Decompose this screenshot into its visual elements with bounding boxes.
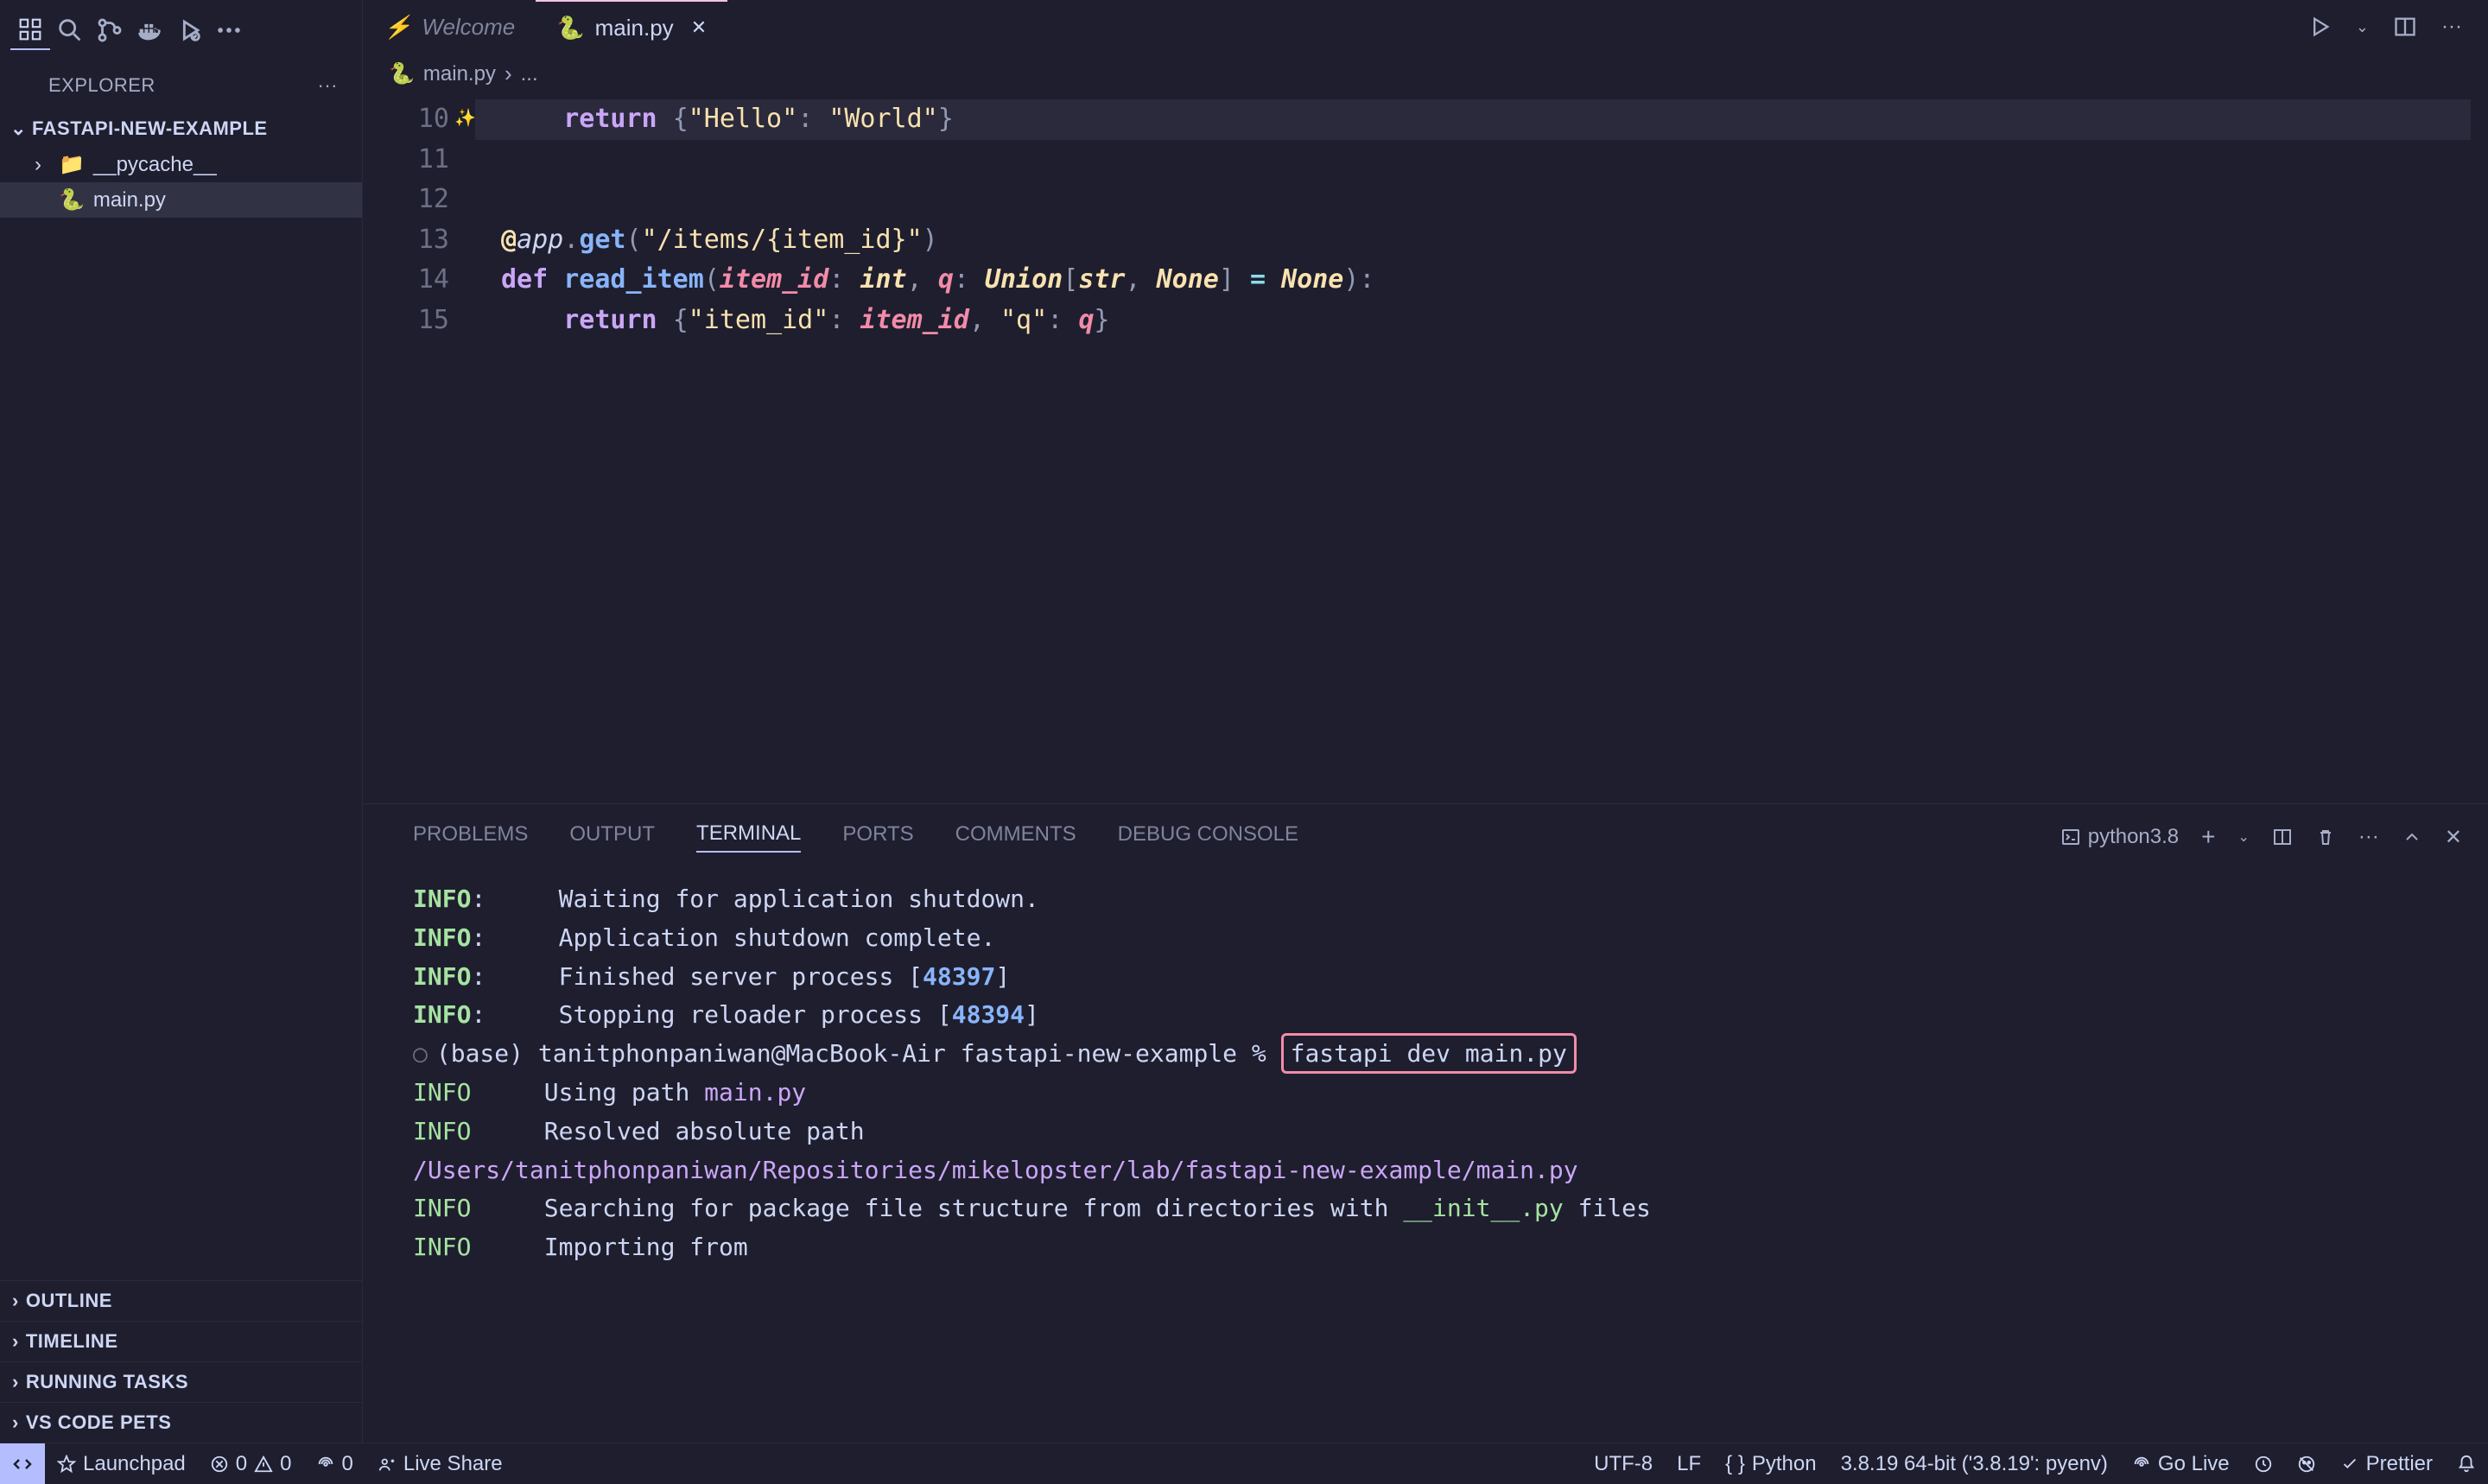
section-running-tasks[interactable]: ›RUNNING TASKS [0, 1361, 362, 1402]
section-outline[interactable]: ›OUTLINE [0, 1280, 362, 1321]
folder-icon: 📁 [59, 152, 85, 177]
source-control-icon[interactable] [90, 10, 130, 50]
status-ports[interactable]: 0 [304, 1443, 365, 1484]
chevron-right-icon [505, 60, 512, 87]
close-panel-icon[interactable]: ✕ [2445, 825, 2462, 850]
explorer-title: EXPLORER [48, 74, 156, 97]
search-icon[interactable] [50, 10, 90, 50]
vscode-icon: ⚡ [384, 14, 411, 41]
split-editor-icon[interactable] [2393, 15, 2417, 39]
new-terminal-icon[interactable]: + [2201, 823, 2215, 851]
status-eol[interactable]: LF [1665, 1443, 1713, 1484]
terminal-more-icon[interactable]: ··· [2358, 825, 2379, 849]
explorer-icon[interactable] [10, 10, 50, 50]
python-file-icon: 🐍 [59, 187, 85, 212]
explorer-more-icon[interactable]: ··· [318, 74, 338, 97]
section-vscode-pets[interactable]: ›VS CODE PETS [0, 1402, 362, 1443]
status-liveshare[interactable]: Live Share [365, 1443, 515, 1484]
panel-tab-comments[interactable]: COMMENTS [955, 822, 1076, 852]
run-icon[interactable] [2307, 15, 2332, 39]
remote-button[interactable] [0, 1443, 45, 1484]
status-bar: Launchpad 0 0 0 Live Share UTF-8 LF { }P… [0, 1443, 2488, 1484]
status-interpreter[interactable]: 3.8.19 64-bit ('3.8.19': pyenv) [1829, 1443, 2120, 1484]
panel-tab-output[interactable]: OUTPUT [569, 822, 655, 852]
run-dropdown-icon[interactable]: ⌄ [2356, 18, 2369, 36]
code-line[interactable] [475, 180, 2488, 220]
split-terminal-icon[interactable] [2272, 827, 2293, 847]
status-errors[interactable]: 0 0 [198, 1443, 304, 1484]
tab-more-icon[interactable]: ··· [2441, 15, 2462, 39]
tree-file-main[interactable]: 🐍 main.py [0, 182, 362, 218]
status-golive[interactable]: Go Live [2120, 1443, 2242, 1484]
panel-tab-terminal[interactable]: TERMINAL [696, 821, 801, 853]
code-line[interactable] [475, 140, 2488, 181]
status-encoding[interactable]: UTF-8 [1582, 1443, 1665, 1484]
debug-icon[interactable] [169, 10, 209, 50]
terminal-instance-name[interactable]: python3.8 [2060, 825, 2179, 849]
panel-tab-ports[interactable]: PORTS [842, 822, 913, 852]
kill-terminal-icon[interactable] [2315, 827, 2336, 847]
terminal-dropdown-icon[interactable]: ⌄ [2238, 828, 2250, 846]
status-copilot-icon[interactable] [2285, 1443, 2328, 1484]
terminal-panel: PROBLEMS OUTPUT TERMINAL PORTS COMMENTS … [363, 803, 2488, 1443]
status-language[interactable]: { }Python [1713, 1443, 1828, 1484]
terminal-output[interactable]: INFO: Waiting for application shutdown. … [363, 863, 2488, 1443]
code-line[interactable]: def read_item(item_id: int, q: Union[str… [475, 260, 2488, 301]
more-icon[interactable] [209, 10, 249, 50]
chevron-down-icon: ⌄ [10, 117, 27, 140]
copilot-sparkle-icon[interactable]: ✨ [454, 105, 476, 131]
tree-folder-pycache[interactable]: › 📁 __pycache__ [0, 147, 362, 182]
panel-tab-debug-console[interactable]: DEBUG CONSOLE [1118, 822, 1298, 852]
breadcrumb[interactable]: 🐍 main.py ... [363, 54, 2488, 94]
code-line[interactable]: return {"Hello": "World"} [475, 99, 2488, 140]
tab-main-py[interactable]: 🐍 main.py ✕ [536, 0, 727, 54]
code-editor[interactable]: 10 11 12 13 14 15 ✨ return {"Hello": "Wo… [363, 94, 2488, 803]
status-prettier[interactable]: Prettier [2328, 1443, 2445, 1484]
panel-tab-problems[interactable]: PROBLEMS [413, 822, 528, 852]
tab-welcome[interactable]: ⚡ Welcome [363, 0, 536, 54]
close-icon[interactable]: ✕ [691, 16, 707, 39]
highlighted-command: fastapi dev main.py [1281, 1033, 1577, 1074]
python-file-icon: 🐍 [556, 15, 584, 41]
status-history-icon[interactable] [2242, 1443, 2285, 1484]
code-line[interactable]: @app.get("/items/{item_id}") [475, 220, 2488, 261]
section-timeline[interactable]: ›TIMELINE [0, 1321, 362, 1361]
tab-bar: ⚡ Welcome 🐍 main.py ✕ ⌄ ··· [363, 0, 2488, 54]
docker-icon[interactable] [130, 10, 169, 50]
line-gutter: 10 11 12 13 14 15 [363, 99, 475, 803]
code-line[interactable]: return {"item_id": item_id, "q": q} [475, 301, 2488, 341]
status-bell-icon[interactable] [2445, 1443, 2488, 1484]
minimap[interactable] [2471, 94, 2488, 803]
project-folder[interactable]: ⌄ FASTAPI-NEW-EXAMPLE [0, 111, 362, 147]
status-launchpad[interactable]: Launchpad [45, 1443, 198, 1484]
chevron-right-icon: › [35, 153, 50, 177]
maximize-panel-icon[interactable] [2402, 827, 2422, 847]
python-file-icon: 🐍 [389, 61, 415, 86]
